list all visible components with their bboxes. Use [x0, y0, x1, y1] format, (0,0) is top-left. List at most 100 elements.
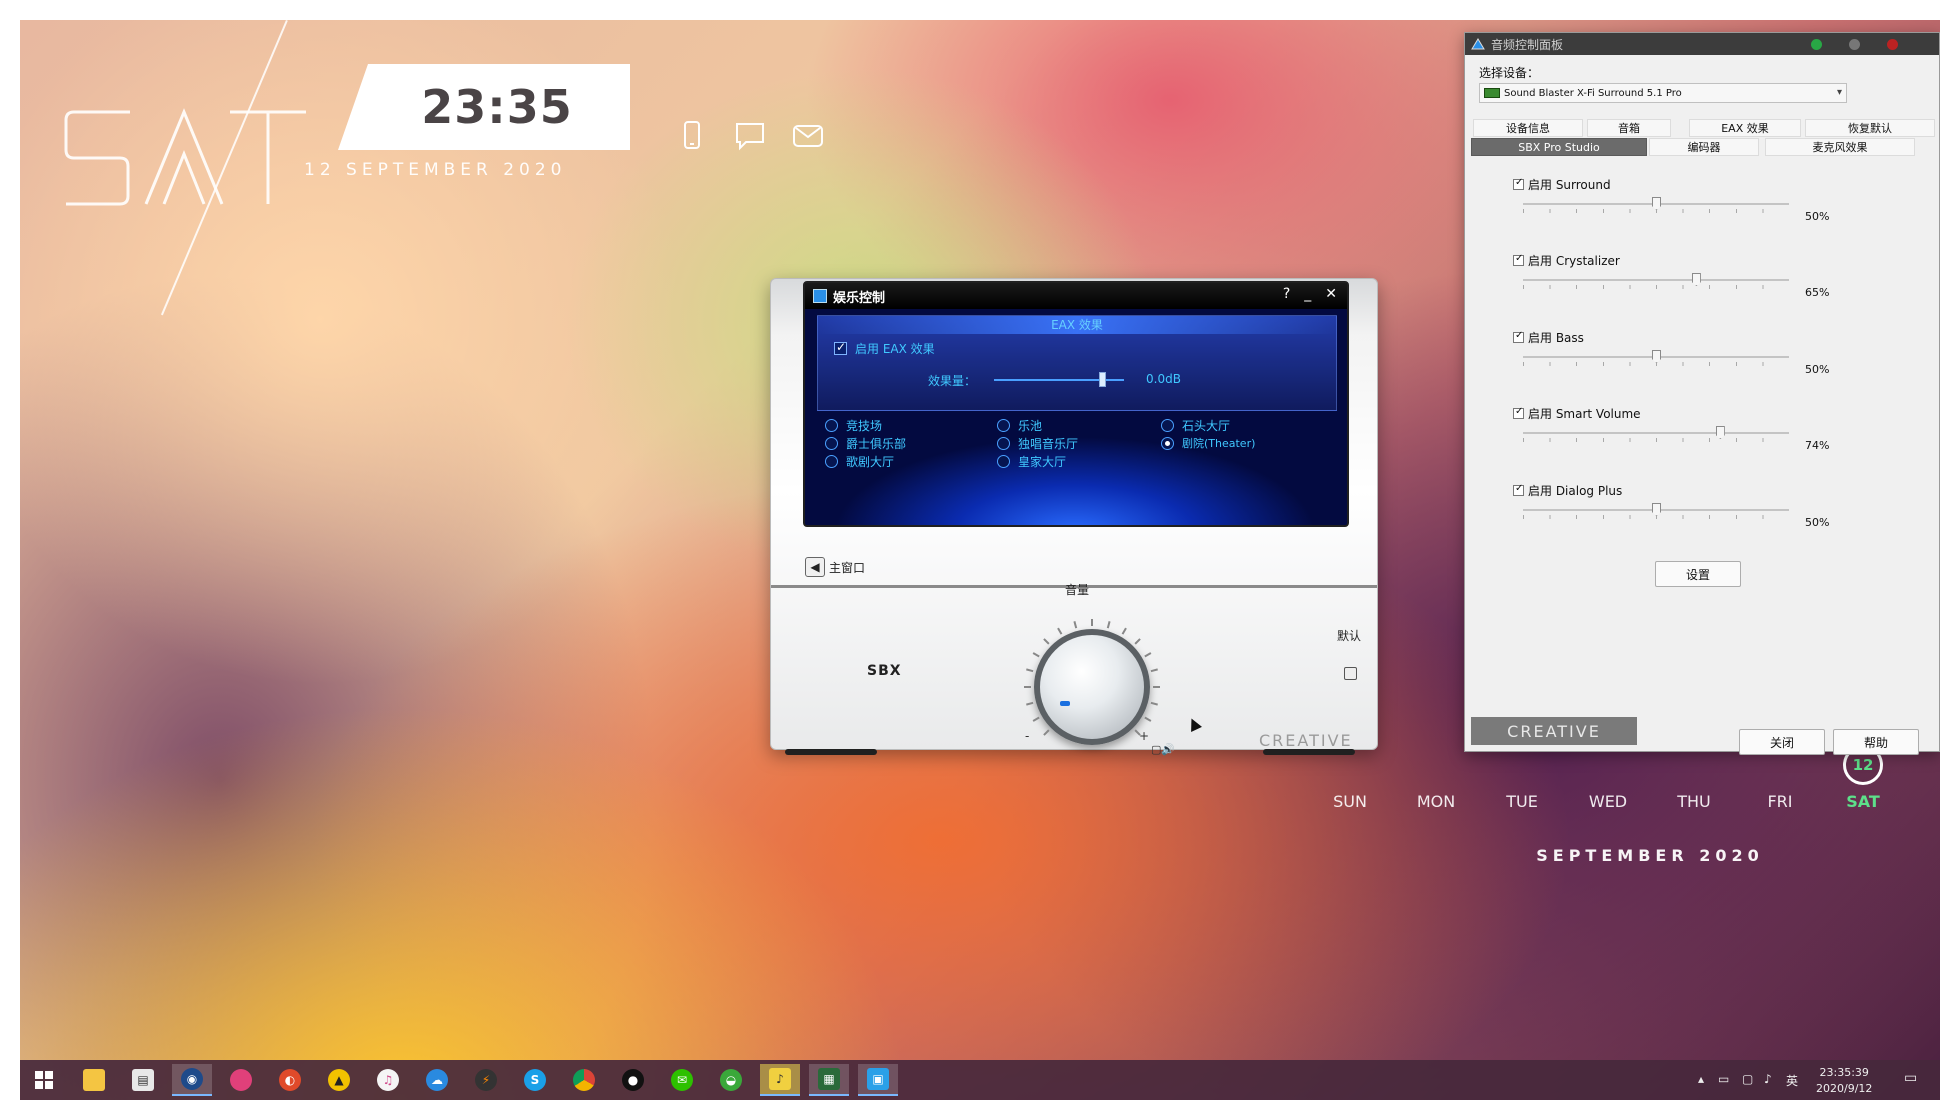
- taskbar-skype[interactable]: S: [515, 1064, 555, 1096]
- app-icon: ◉: [181, 1068, 203, 1090]
- chat-icon[interactable]: [732, 118, 768, 154]
- taskbar-app-sky[interactable]: ▣: [858, 1064, 898, 1096]
- radio-button[interactable]: [825, 455, 838, 468]
- preset-opera-hall[interactable]: 歌剧大厅: [825, 453, 894, 470]
- taskbar-file-explorer[interactable]: [74, 1064, 114, 1096]
- crystalizer-checkbox[interactable]: [1513, 253, 1524, 266]
- preset-orchestra-pit[interactable]: 乐池: [997, 417, 1042, 434]
- minimize-button[interactable]: _: [1304, 286, 1311, 302]
- mute-icon[interactable]: ▢🔊: [1151, 743, 1175, 756]
- preset-royal-hall[interactable]: 皇家大厅: [997, 453, 1066, 470]
- effect-value: 50%: [1805, 363, 1830, 376]
- preset-theater[interactable]: 剧院(Theater): [1161, 435, 1255, 451]
- radio-button[interactable]: [825, 419, 838, 432]
- surround-slider[interactable]: [1523, 197, 1789, 210]
- main-window-link[interactable]: ◀ 主窗口: [805, 557, 865, 577]
- notification-icon[interactable]: ▭: [1904, 1070, 1917, 1086]
- device-select[interactable]: Sound Blaster X-Fi Surround 5.1 Pro ▾: [1479, 83, 1847, 103]
- tab-eax-effects[interactable]: EAX 效果: [1689, 119, 1801, 137]
- taskbar-chrome[interactable]: [564, 1064, 604, 1096]
- taskbar-itunes[interactable]: ♫: [368, 1064, 408, 1096]
- effect-amount-slider[interactable]: [994, 372, 1124, 387]
- calendar-day-sat: SAT: [1846, 792, 1880, 811]
- radio-button[interactable]: [1161, 419, 1174, 432]
- smart-volume-checkbox[interactable]: [1513, 406, 1524, 419]
- bass-slider[interactable]: [1523, 350, 1789, 363]
- tab-mic-effects[interactable]: 麦克风效果: [1765, 138, 1915, 156]
- radio-button[interactable]: [997, 455, 1010, 468]
- default-button[interactable]: [1344, 667, 1357, 680]
- close-button[interactable]: 关闭: [1739, 729, 1825, 755]
- radio-button-selected[interactable]: [1161, 436, 1174, 450]
- enable-eax-checkbox[interactable]: [834, 340, 847, 355]
- taskbar-qq[interactable]: ●: [613, 1064, 653, 1096]
- clock-box: 23:35: [338, 64, 630, 150]
- network-icon[interactable]: ▢: [1742, 1072, 1753, 1086]
- tab-encoder[interactable]: 编码器: [1649, 138, 1759, 156]
- preset-recital-hall[interactable]: 独唱音乐厅: [997, 435, 1078, 452]
- dialog-plus-checkbox[interactable]: [1513, 483, 1524, 496]
- sbx-button[interactable]: SBX: [867, 663, 902, 679]
- taskbar-app-dark[interactable]: ⚡: [466, 1064, 506, 1096]
- taskbar-app-yellow[interactable]: ▲: [319, 1064, 359, 1096]
- bass-checkbox[interactable]: [1513, 330, 1524, 343]
- window-titlebar[interactable]: 音频控制面板: [1465, 33, 1939, 55]
- help-button[interactable]: ?: [1283, 286, 1290, 302]
- dialog-plus-slider[interactable]: [1523, 503, 1789, 516]
- tab-restore-default[interactable]: 恢复默认: [1805, 119, 1935, 137]
- taskbar-app-blue[interactable]: ◉: [172, 1064, 212, 1096]
- taskbar-app-pink[interactable]: [221, 1064, 261, 1096]
- taskbar-app-green[interactable]: ◒: [711, 1064, 751, 1096]
- crystalizer-slider[interactable]: [1523, 273, 1789, 286]
- knob-tick: [1150, 701, 1158, 706]
- close-dot-icon[interactable]: [1887, 39, 1898, 50]
- tab-speakers[interactable]: 音箱: [1587, 119, 1671, 137]
- calendar-day-tue: TUE: [1506, 792, 1538, 811]
- knob-tick: [1153, 686, 1160, 688]
- knob-tick: [1150, 668, 1158, 673]
- taskbar-app-yellow-2[interactable]: ♪: [760, 1064, 800, 1096]
- radio-button[interactable]: [997, 437, 1010, 450]
- preset-arena[interactable]: 竞技场: [825, 417, 882, 434]
- tab-device-info[interactable]: 设备信息: [1473, 119, 1583, 137]
- knob-body[interactable]: [1034, 629, 1150, 745]
- app-icon: ◐: [279, 1069, 301, 1091]
- taskbar-app-red[interactable]: ◐: [270, 1064, 310, 1096]
- slider-ticks: [1523, 285, 1789, 289]
- phone-icon[interactable]: [674, 118, 710, 154]
- preset-stone-hall[interactable]: 石头大厅: [1161, 417, 1230, 434]
- effect-smart-volume: 启用 Smart Volume 74%: [1513, 405, 1893, 475]
- creative-logo: CREATIVE: [1471, 717, 1637, 745]
- smart-volume-slider[interactable]: [1523, 426, 1789, 439]
- taskbar-time: 23:35:39: [1819, 1066, 1869, 1079]
- taskbar-cloud[interactable]: ☁: [417, 1064, 457, 1096]
- enable-eax-label: 启用 EAX 效果: [855, 342, 935, 356]
- preset-jazz-club[interactable]: 爵士俱乐部: [825, 435, 906, 452]
- ime-indicator[interactable]: 英: [1786, 1072, 1798, 1089]
- tray-overflow-icon[interactable]: ▴: [1698, 1072, 1704, 1086]
- preset-label: 爵士俱乐部: [846, 437, 907, 451]
- minimize-dot-icon[interactable]: [1849, 39, 1860, 50]
- window-titlebar[interactable]: 娱乐控制 ? _ ✕: [805, 283, 1347, 309]
- preset-label: 歌剧大厅: [846, 455, 895, 469]
- taskbar-clock[interactable]: 23:35:39 2020/9/12: [1816, 1065, 1872, 1097]
- effect-value: 50%: [1805, 210, 1830, 223]
- effect-amount-thumb[interactable]: [1098, 372, 1106, 387]
- maximize-dot-icon[interactable]: [1811, 39, 1822, 50]
- start-button[interactable]: [24, 1064, 64, 1096]
- settings-button[interactable]: 设置: [1655, 561, 1741, 587]
- volume-icon[interactable]: ♪: [1764, 1072, 1772, 1086]
- app-icon: [1471, 38, 1485, 50]
- mail-icon[interactable]: [790, 118, 826, 154]
- help-button[interactable]: 帮助: [1833, 729, 1919, 755]
- close-button[interactable]: ✕: [1325, 286, 1337, 302]
- radio-button[interactable]: [825, 437, 838, 450]
- battery-icon[interactable]: ▭: [1718, 1072, 1729, 1086]
- back-arrow-icon[interactable]: ◀: [805, 557, 825, 577]
- surround-checkbox[interactable]: [1513, 177, 1524, 190]
- radio-button[interactable]: [997, 419, 1010, 432]
- taskbar-app-green-2[interactable]: ▦: [809, 1064, 849, 1096]
- tab-sbx-pro-studio[interactable]: SBX Pro Studio: [1471, 138, 1647, 156]
- taskbar-store[interactable]: ▤: [123, 1064, 163, 1096]
- taskbar-wechat[interactable]: ✉: [662, 1064, 702, 1096]
